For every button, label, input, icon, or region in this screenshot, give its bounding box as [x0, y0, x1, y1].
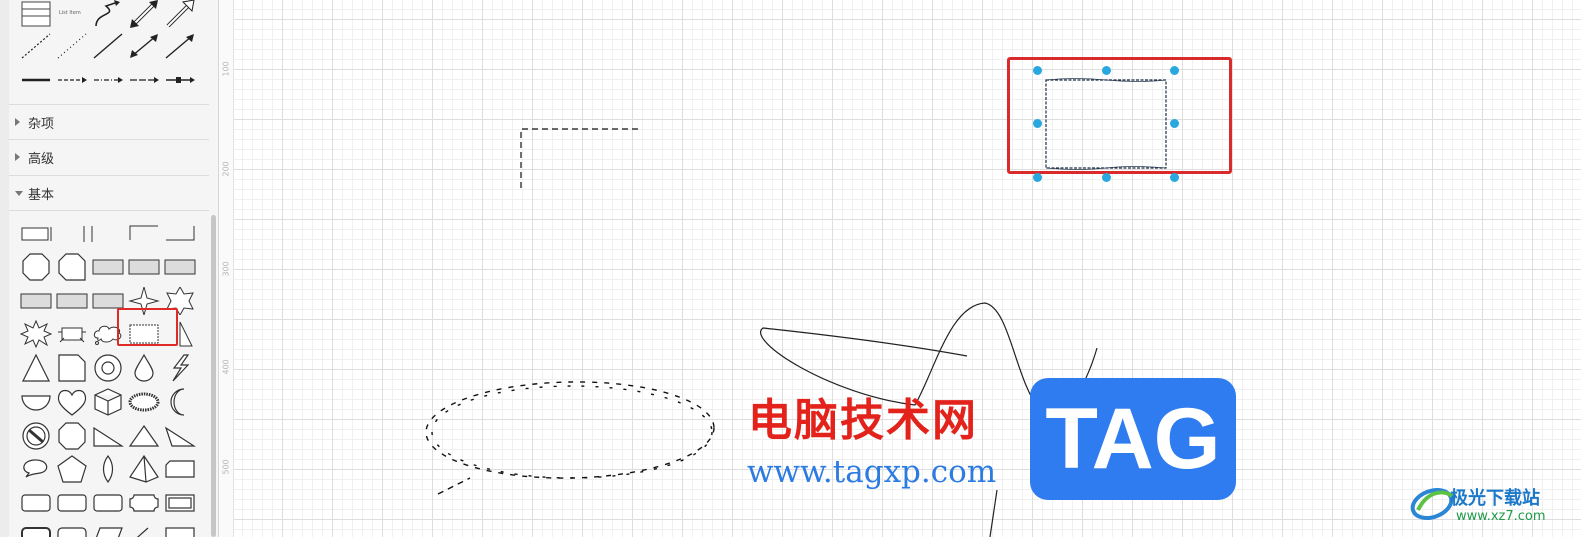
list-item-shape[interactable]: List Item — [56, 0, 90, 28]
dotted-line-shape[interactable] — [56, 32, 88, 60]
isosceles-triangle-shape[interactable] — [128, 422, 160, 450]
dash-dot-arrow-shape[interactable] — [92, 66, 124, 94]
chevron-down-icon — [15, 191, 23, 196]
flat-rectangle-3[interactable] — [164, 253, 196, 281]
corner-right-shape[interactable] — [164, 220, 196, 248]
corner-left-shape[interactable] — [128, 220, 160, 248]
triangle-shape[interactable] — [20, 354, 52, 382]
rectangle-shape[interactable] — [164, 522, 196, 537]
resize-handle-top-left[interactable] — [1033, 66, 1042, 75]
lightning-shape[interactable] — [164, 354, 196, 382]
flat-rectangle-1[interactable] — [92, 253, 124, 281]
line-shape[interactable] — [92, 32, 124, 60]
tag-logo: TAG — [1030, 378, 1236, 500]
card-shape[interactable] — [164, 455, 196, 483]
note-shape[interactable] — [56, 354, 88, 382]
section-advanced[interactable]: 高级 — [9, 139, 209, 174]
ruler-label-500: 500 — [221, 459, 231, 475]
long-dash-arrow-shape[interactable] — [128, 66, 160, 94]
frame-shape[interactable] — [164, 489, 196, 517]
obtuse-triangle-shape[interactable] — [164, 422, 196, 450]
rounded-rectangle-4[interactable] — [20, 522, 52, 537]
lens-shape[interactable] — [92, 455, 124, 483]
resize-handle-bottom[interactable] — [1102, 173, 1111, 182]
section-basic-label: 基本 — [28, 188, 55, 203]
section-advanced-label: 高级 — [28, 152, 55, 167]
ruler-label-400: 400 — [221, 359, 231, 375]
vertical-ruler: 100 200 300 400 500 — [219, 0, 234, 537]
plaque-shape[interactable] — [128, 489, 160, 517]
brand-name: 极光下载站 — [1450, 488, 1540, 509]
pentagon-shape[interactable] — [56, 455, 88, 483]
arrow-shape[interactable] — [164, 32, 196, 60]
explosion-shape[interactable] — [20, 320, 52, 348]
ruler-label-300: 300 — [221, 261, 231, 277]
cut-corner-shape[interactable] — [56, 253, 88, 281]
bidirectional-arrow-shape[interactable] — [128, 32, 160, 60]
resize-handle-top[interactable] — [1102, 66, 1111, 75]
moon-shape[interactable] — [164, 388, 196, 416]
resize-handle-right[interactable] — [1170, 119, 1179, 128]
speech-bubble-shape[interactable] — [20, 455, 52, 483]
curve-arrow-shape[interactable] — [92, 0, 124, 28]
cube-shape[interactable] — [92, 388, 124, 416]
wavy-ellipse-shape[interactable] — [128, 388, 160, 416]
rounded-rectangle-3[interactable] — [92, 489, 124, 517]
double-arrow-shape[interactable] — [164, 0, 196, 28]
section-basic[interactable]: 基本 — [9, 175, 209, 211]
resize-handle-bottom-right[interactable] — [1170, 173, 1179, 182]
rounded-rectangle-shape[interactable] — [20, 489, 52, 517]
octagon-shape-2[interactable] — [56, 422, 88, 450]
parallelogram-shape[interactable] — [92, 522, 124, 537]
half-circle-shape[interactable] — [20, 388, 52, 416]
rectangle-bracket-shape[interactable] — [20, 220, 52, 248]
resize-handle-left[interactable] — [1033, 119, 1042, 128]
chevron-right-icon — [15, 118, 20, 126]
resize-handle-bottom-left[interactable] — [1033, 173, 1042, 182]
sketch-shape-highlight — [117, 308, 178, 346]
step-shape[interactable] — [128, 522, 160, 537]
chevron-right-icon — [15, 153, 20, 161]
watermark-site-url: www.tagxp.com — [747, 454, 997, 490]
ring-shape[interactable] — [92, 354, 124, 382]
flat-rectangle-4[interactable] — [20, 287, 52, 315]
rounded-rectangle-2[interactable] — [56, 489, 88, 517]
list-item-label: List Item — [59, 10, 81, 16]
connector-arrow-shape[interactable] — [164, 66, 196, 94]
octagon-shape[interactable] — [20, 253, 52, 281]
heart-shape[interactable] — [56, 388, 88, 416]
flat-rectangle-5[interactable] — [56, 287, 88, 315]
flat-rectangle-2[interactable] — [128, 253, 160, 281]
watermark-site-title: 电脑技术网 — [748, 395, 978, 446]
drop-shape[interactable] — [128, 354, 160, 382]
dashed-arrow-shape[interactable] — [56, 66, 88, 94]
section-misc-label: 杂项 — [28, 117, 55, 132]
table-shape[interactable] — [20, 0, 52, 28]
aurora-logo-icon — [1410, 487, 1454, 521]
ruler-label-200: 200 — [221, 161, 231, 177]
no-symbol-shape[interactable] — [20, 422, 52, 450]
sidebar-edge — [0, 0, 9, 537]
dashed-line-shape[interactable] — [20, 32, 52, 60]
ruler-label-100: 100 — [221, 61, 231, 77]
pyramid-shape[interactable] — [128, 455, 160, 483]
bidirectional-double-arrow-shape[interactable] — [128, 0, 160, 28]
right-triangle-shape[interactable] — [92, 422, 124, 450]
partial-rectangle-shape[interactable] — [74, 220, 106, 248]
brand-url: www.xz7.com — [1456, 509, 1546, 524]
selection-highlight — [1007, 57, 1232, 174]
section-misc[interactable]: 杂项 — [9, 104, 209, 139]
resize-handle-top-right[interactable] — [1170, 66, 1179, 75]
sidebar-scrollbar[interactable] — [211, 215, 216, 537]
rounded-rectangle-5[interactable] — [56, 522, 88, 537]
shape-library-sidebar: List Item 杂项 高级 基本 — [0, 0, 219, 537]
banner-shape[interactable] — [56, 320, 88, 348]
thick-line-shape[interactable] — [20, 66, 52, 94]
